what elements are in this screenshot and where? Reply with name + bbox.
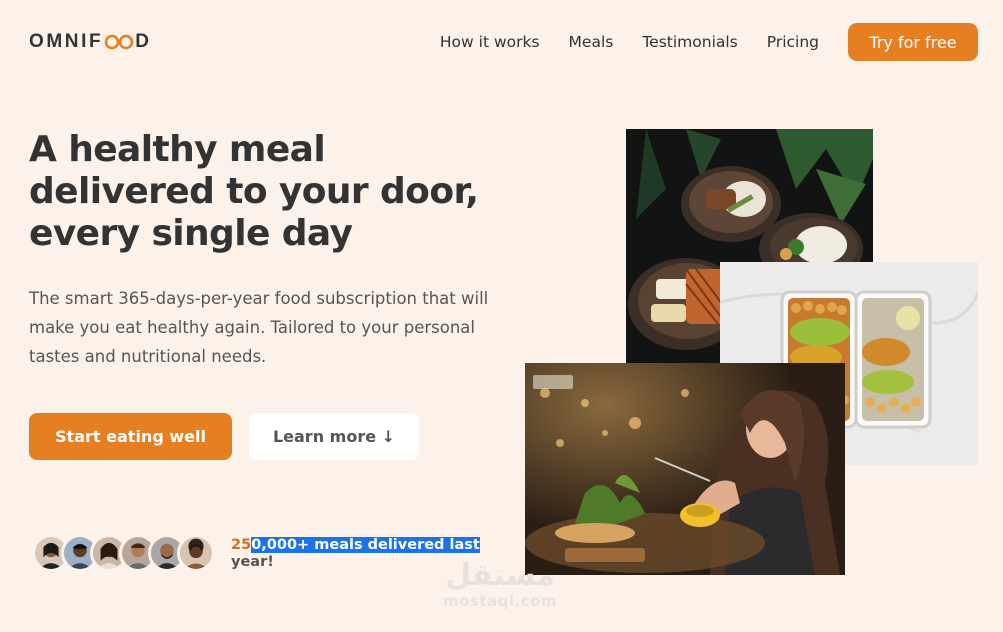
meals-delivered-highlight: 0,000+ meals delivered last [251, 537, 480, 553]
watermark: مستقل mostaql.com [438, 558, 562, 611]
watermark-arabic: مستقل [445, 558, 555, 593]
start-eating-well-button[interactable]: Start eating well [29, 413, 232, 460]
customer-avatar-6 [177, 534, 215, 572]
meals-delivered-rest: year! [231, 554, 274, 570]
logo[interactable]: OMNIF D [29, 31, 152, 53]
try-for-free-button[interactable]: Try for free [848, 23, 978, 61]
nav-meals[interactable]: Meals [569, 33, 614, 51]
hero-image-woman-eating [525, 363, 845, 575]
main-nav: How it works Meals Testimonials Pricing … [440, 23, 978, 61]
meals-delivered-number: 25 [231, 537, 252, 553]
watermark-latin: mostaql.com [442, 592, 558, 610]
infinity-icon [104, 34, 134, 50]
hero-description: The smart 365-days-per-year food subscri… [29, 289, 489, 366]
logo-text-right: D [135, 31, 152, 52]
nav-testimonials[interactable]: Testimonials [642, 33, 737, 51]
logo-text-left: OMNIF [29, 31, 104, 52]
hero-title: A healthy meal delivered to your door, e… [29, 129, 479, 254]
nav-how-it-works[interactable]: How it works [440, 33, 540, 51]
learn-more-button[interactable]: Learn more ↓ [249, 413, 419, 460]
nav-pricing[interactable]: Pricing [767, 33, 819, 51]
customer-avatars [32, 534, 215, 572]
